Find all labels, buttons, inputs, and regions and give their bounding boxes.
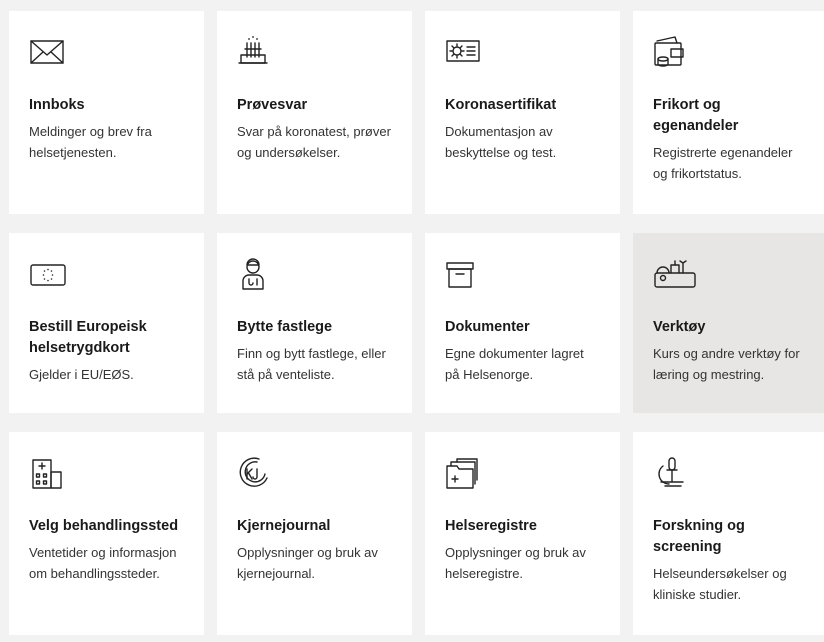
card-frikort[interactable]: Frikort og egenandeler Registrerte egena… bbox=[633, 11, 824, 214]
card-title: Frikort og egenandeler bbox=[653, 97, 739, 134]
hospital-icon bbox=[29, 456, 69, 490]
card-provesvar[interactable]: Prøvesvar Svar på koronatest, prøver og … bbox=[217, 11, 412, 214]
card-helsetrygdkort[interactable]: Bestill Europeisk helsetrygdkort Gjelder… bbox=[9, 233, 204, 413]
card-innboks[interactable]: Innboks Meldinger og brev fra helsetjene… bbox=[9, 11, 204, 214]
card-description: Svar på koronatest, prøver og undersøkel… bbox=[237, 124, 391, 160]
card-description: Gjelder i EU/EØS. bbox=[29, 367, 134, 382]
card-title: Bestill Europeisk helsetrygdkort bbox=[29, 319, 147, 356]
card-title: Kjernejournal bbox=[237, 518, 331, 534]
kj-logo-icon bbox=[237, 456, 277, 490]
certificate-icon bbox=[445, 35, 485, 69]
card-description: Opplysninger og bruk av helseregistre. bbox=[445, 545, 586, 581]
card-description: Dokumentasjon av beskyttelse og test. bbox=[445, 124, 557, 160]
envelope-icon bbox=[29, 35, 69, 69]
card-title: Velg behandlingssted bbox=[29, 518, 179, 534]
card-description: Egne dokumenter lagret på Helsenorge. bbox=[445, 346, 584, 382]
wallet-icon bbox=[653, 35, 693, 69]
card-title: Prøvesvar bbox=[237, 97, 308, 113]
card-title: Forskning og screening bbox=[653, 518, 745, 555]
card-description: Registrerte egenandeler og frikortstatus… bbox=[653, 145, 793, 181]
card-description: Helseundersøkelser og kliniske studier. bbox=[653, 566, 787, 602]
card-title: Dokumenter bbox=[445, 319, 530, 335]
service-grid: Innboks Meldinger og brev fra helsetjene… bbox=[0, 0, 824, 642]
card-verktoy[interactable]: Verktøy Kurs og andre verktøy for læring… bbox=[633, 233, 824, 413]
card-description: Kurs og andre verktøy for læring og mest… bbox=[653, 346, 800, 382]
card-forskning[interactable]: Forskning og screening Helseundersøkelse… bbox=[633, 432, 824, 635]
card-fastlege[interactable]: Bytte fastlege Finn og bytt fastlege, el… bbox=[217, 233, 412, 413]
microscope-icon bbox=[653, 456, 693, 490]
card-kjernejournal[interactable]: Kjernejournal Opplysninger og bruk av kj… bbox=[217, 432, 412, 635]
test-tubes-icon bbox=[237, 35, 277, 69]
card-description: Ventetider og informasjon om behandlings… bbox=[29, 545, 177, 581]
card-description: Opplysninger og bruk av kjernejournal. bbox=[237, 545, 378, 581]
card-dokumenter[interactable]: Dokumenter Egne dokumenter lagret på Hel… bbox=[425, 233, 620, 413]
card-title: Koronasertifikat bbox=[445, 97, 557, 113]
toolbox-icon bbox=[653, 257, 696, 291]
doctor-icon bbox=[237, 257, 277, 291]
card-helseregistre[interactable]: Helseregistre Opplysninger og bruk av he… bbox=[425, 432, 620, 635]
card-title: Innboks bbox=[29, 97, 85, 113]
card-koronasertifikat[interactable]: Koronasertifikat Dokumentasjon av beskyt… bbox=[425, 11, 620, 214]
card-description: Meldinger og brev fra helsetjenesten. bbox=[29, 124, 152, 160]
folder-add-icon bbox=[445, 456, 485, 490]
card-title: Helseregistre bbox=[445, 518, 537, 534]
card-title: Verktøy bbox=[653, 319, 706, 335]
card-behandlingssted[interactable]: Velg behandlingssted Ventetider og infor… bbox=[9, 432, 204, 635]
eu-card-icon bbox=[29, 257, 69, 291]
archive-box-icon bbox=[445, 257, 485, 291]
card-title: Bytte fastlege bbox=[237, 319, 333, 335]
card-description: Finn og bytt fastlege, eller stå på vent… bbox=[237, 346, 386, 382]
